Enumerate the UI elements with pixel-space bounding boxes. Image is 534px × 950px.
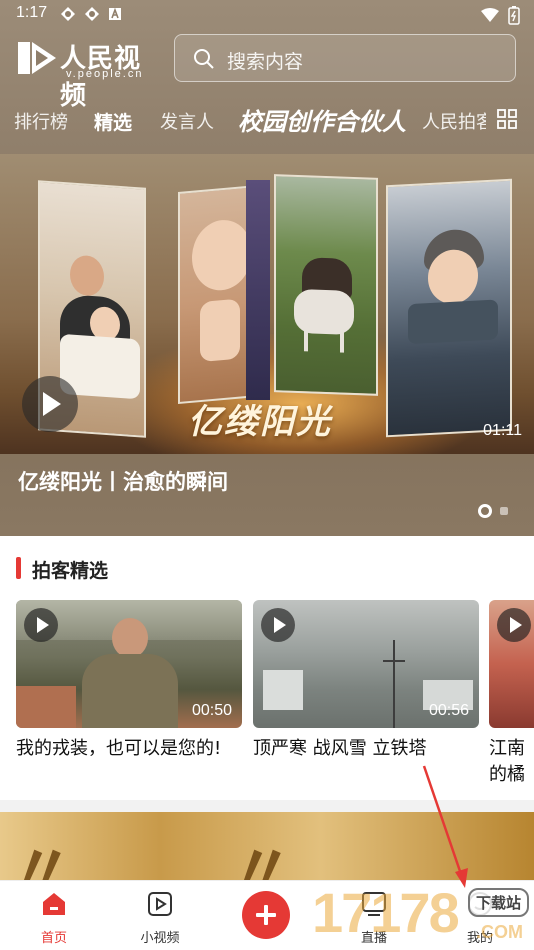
nav-label: 首页 xyxy=(40,931,67,946)
nav-label: 小视频 xyxy=(140,931,180,946)
section-accent-bar xyxy=(16,557,21,579)
hero-duration: 01:11 xyxy=(483,422,522,439)
notification-icon xyxy=(108,6,124,22)
profile-icon xyxy=(468,892,492,916)
section-divider xyxy=(0,800,534,812)
hero-overlay-title: 亿缕阳光 xyxy=(188,402,332,442)
video-title: 江南的橘绿 xyxy=(489,738,525,785)
section-title: 拍客精选 xyxy=(32,560,109,582)
video-card-row: 00:50 我的戎装，也可以是您的! 00:56 顶严寒 战风雪 立铁塔 江南的… xyxy=(16,600,534,790)
channel-tabs: 排行榜 精选 发言人 校园创作合伙人 人民拍客 xyxy=(0,98,534,144)
hero-photo-panel xyxy=(386,178,512,438)
short-video-icon xyxy=(148,892,172,916)
video-duration: 00:50 xyxy=(191,702,232,719)
nav-label: 我的 xyxy=(466,931,493,946)
carousel-dot-active xyxy=(478,504,492,518)
hero-caption[interactable]: 亿缕阳光丨治愈的瞬间 xyxy=(18,466,228,496)
logo-url: v.people.cn xyxy=(66,68,144,80)
status-notification-icons xyxy=(60,6,124,22)
search-icon xyxy=(194,49,214,69)
video-thumbnail[interactable]: 00:56 xyxy=(253,600,479,728)
nav-live[interactable]: 直播 xyxy=(334,889,414,946)
notification-icon xyxy=(84,6,100,22)
hero-play-icon[interactable] xyxy=(22,376,78,432)
app-logo[interactable]: 人民视频 v.people.cn xyxy=(16,38,162,111)
video-card[interactable]: 00:56 顶严寒 战风雪 立铁塔 xyxy=(253,600,479,762)
channel-grid-icon[interactable] xyxy=(496,108,518,130)
video-title: 顶严寒 战风雪 立铁塔 xyxy=(253,738,427,759)
nav-short-video[interactable]: 小视频 xyxy=(120,889,200,946)
battery-icon xyxy=(508,5,520,29)
top-header-area: 1:17 人民视频 v.people.cn 搜索内容 排行榜 精选 发言人 校园… xyxy=(0,0,534,536)
logo-play-icon xyxy=(18,42,56,74)
bottom-navigation: 首页 小视频 直播 我的 xyxy=(0,880,534,950)
video-duration: 00:56 xyxy=(428,702,469,719)
search-placeholder: 搜索内容 xyxy=(227,51,304,73)
tab-people-pai[interactable]: 人民拍客 xyxy=(422,108,486,134)
video-card[interactable]: 00:50 我的戎装，也可以是您的! xyxy=(16,600,242,762)
video-thumbnail[interactable] xyxy=(489,600,534,728)
notification-icon xyxy=(60,6,76,22)
publish-plus-button[interactable] xyxy=(242,891,290,939)
promo-banner[interactable]: 〃 〃 xyxy=(0,812,534,880)
nav-mine[interactable]: 我的 xyxy=(440,889,520,946)
tab-spokesperson[interactable]: 发言人 xyxy=(160,108,214,134)
status-system-icons xyxy=(480,5,520,29)
video-play-icon xyxy=(261,608,295,642)
video-card[interactable]: 江南的橘绿 xyxy=(489,600,534,790)
tab-featured[interactable]: 精选 xyxy=(94,108,132,135)
status-bar: 1:17 xyxy=(0,0,534,28)
banner-calligraphy-graphic: 〃 xyxy=(230,832,294,880)
home-icon xyxy=(43,893,65,915)
video-title: 我的戎装，也可以是您的! xyxy=(16,738,222,759)
hero-photo-panel xyxy=(246,180,270,400)
tab-campus-partner[interactable]: 校园创作合伙人 xyxy=(238,102,406,137)
search-input[interactable]: 搜索内容 xyxy=(174,34,516,82)
nav-label: 直播 xyxy=(360,931,387,946)
carousel-dot xyxy=(500,507,508,515)
video-play-icon xyxy=(24,608,58,642)
hero-video-banner[interactable]: 亿缕阳光 01:11 xyxy=(0,154,534,454)
nav-home[interactable]: 首页 xyxy=(14,889,94,946)
tab-ranking[interactable]: 排行榜 xyxy=(14,108,68,134)
carousel-indicator xyxy=(478,504,508,518)
live-tv-icon xyxy=(362,892,386,916)
video-thumbnail[interactable]: 00:50 xyxy=(16,600,242,728)
hero-photo-panel xyxy=(274,174,378,396)
video-play-icon xyxy=(497,608,531,642)
status-time: 1:17 xyxy=(16,4,48,21)
banner-calligraphy-graphic: 〃 xyxy=(10,832,74,880)
wifi-icon xyxy=(480,7,500,27)
